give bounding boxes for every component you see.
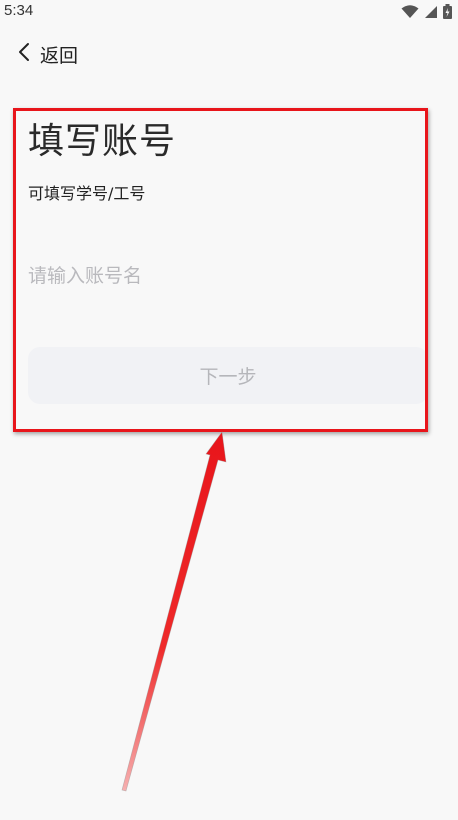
next-step-button[interactable]: 下一步 — [28, 347, 428, 404]
status-bar: 5:34 — [0, 0, 458, 24]
signal-icon — [424, 4, 438, 23]
status-icons — [401, 4, 452, 23]
page-title: 填写账号 — [28, 121, 177, 162]
wifi-icon — [401, 4, 419, 23]
account-hint: 可填写学号/工号 — [28, 184, 146, 203]
back-label: 返回 — [40, 44, 79, 67]
battery-icon — [443, 4, 452, 23]
chevron-left-icon — [18, 42, 30, 66]
back-button[interactable]: 返回 — [18, 40, 78, 68]
app-screen: 5:34 返回 填写账号 可填写学号/工号 下一步 — [0, 0, 458, 820]
account-input[interactable] — [28, 256, 428, 296]
status-time: 5:34 — [4, 2, 34, 19]
